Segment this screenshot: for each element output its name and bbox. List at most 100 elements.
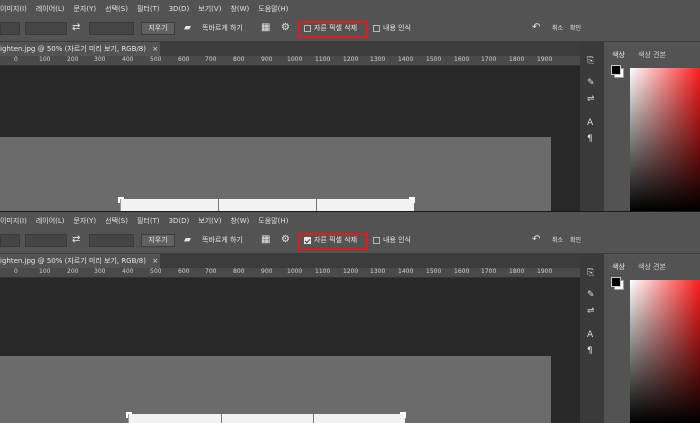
ruler-tick: 400: [122, 56, 134, 63]
undo-icon[interactable]: ↶: [532, 21, 540, 35]
tab-swatches[interactable]: 색상 견본: [634, 48, 670, 62]
gear-icon[interactable]: ⚙: [281, 233, 290, 247]
overlay-grid-icon[interactable]: ▦: [261, 233, 270, 247]
menu-window[interactable]: 창(W): [230, 4, 249, 14]
straighten-icon[interactable]: ▰: [184, 21, 191, 35]
foreground-color-swatch[interactable]: [611, 65, 621, 75]
straighten-icon[interactable]: ▰: [184, 233, 191, 247]
ruler-tick: 700: [205, 268, 217, 275]
clear-button[interactable]: 지우기: [141, 234, 175, 247]
ruler-tick: 1000: [287, 268, 303, 275]
delete-cropped-checkbox[interactable]: [304, 237, 311, 244]
document-tabs: ighten.jpg @ 50% (자르기 미리 보기, RGB/8) ×: [0, 42, 580, 56]
commit-label[interactable]: 확인: [570, 22, 581, 35]
crop-handle-top-right[interactable]: [400, 412, 406, 418]
history-icon[interactable]: ⎘: [587, 268, 594, 278]
ratio-dropdown[interactable]: [0, 22, 20, 35]
color-panel: 색상 색상 견본: [604, 254, 700, 423]
character-icon[interactable]: A: [587, 118, 593, 128]
ruler-tick: 1700: [481, 268, 497, 275]
menu-filter[interactable]: 필터(T): [137, 216, 160, 226]
tab-swatches[interactable]: 색상 견본: [634, 260, 670, 274]
paragraph-icon[interactable]: ¶: [587, 346, 593, 356]
ratio-dropdown[interactable]: [0, 234, 20, 247]
menu-layer[interactable]: 레이어(L): [36, 216, 65, 226]
menu-window[interactable]: 창(W): [230, 216, 249, 226]
menu-layer[interactable]: 레이어(L): [36, 4, 65, 14]
adjust-icon[interactable]: ⇌: [587, 306, 595, 316]
menu-select[interactable]: 선택(S): [105, 216, 128, 226]
ruler-tick: 200: [67, 268, 79, 275]
ruler-tick: 1600: [454, 56, 470, 63]
tab-color[interactable]: 색상: [608, 260, 629, 274]
swap-icon[interactable]: ⇄: [72, 21, 80, 35]
straighten-label[interactable]: 똑바르게 하기: [202, 22, 243, 35]
menu-help[interactable]: 도움말(H): [258, 4, 288, 14]
canvas-area[interactable]: [0, 66, 580, 211]
document-tab[interactable]: ighten.jpg @ 50% (자르기 미리 보기, RGB/8) ×: [0, 254, 160, 268]
brush-icon[interactable]: ✎: [587, 78, 595, 88]
close-icon[interactable]: ×: [152, 45, 158, 53]
ruler-tick: 1000: [287, 56, 303, 63]
ruler-tick: 800: [233, 56, 245, 63]
delete-cropped-checkbox[interactable]: [304, 25, 311, 32]
ruler-tick: 1300: [370, 268, 386, 275]
straighten-label[interactable]: 똑바르게 하기: [202, 234, 243, 247]
options-bar: ⇄ 지우기 ▰ 똑바르게 하기 ▦ ⚙ 자른 픽셀 삭제 내용 인식 ↶ 취소 …: [0, 17, 700, 42]
character-icon[interactable]: A: [587, 330, 593, 340]
clear-button[interactable]: 지우기: [141, 22, 175, 35]
crop-handle-top-right[interactable]: [409, 197, 415, 203]
image-area: [0, 356, 551, 423]
commit-label[interactable]: 확인: [570, 234, 581, 247]
color-picker-field[interactable]: [630, 280, 700, 423]
crop-preview[interactable]: [120, 199, 414, 211]
ruler-tick: 400: [122, 268, 134, 275]
width-input[interactable]: [25, 22, 67, 35]
foreground-color-swatch[interactable]: [611, 277, 621, 287]
ruler-tick: 1800: [509, 268, 525, 275]
ruler-tick: 1900: [537, 268, 553, 275]
content-aware-checkbox[interactable]: [373, 237, 380, 244]
menu-help[interactable]: 도움말(H): [258, 216, 288, 226]
height-input[interactable]: [89, 234, 134, 247]
content-aware-checkbox[interactable]: [373, 25, 380, 32]
menu-filter[interactable]: 필터(T): [137, 4, 160, 14]
width-input[interactable]: [25, 234, 67, 247]
ruler-tick: 1100: [315, 268, 331, 275]
menu-select[interactable]: 선택(S): [105, 4, 128, 14]
document-tab-title: ighten.jpg @ 50% (자르기 미리 보기, RGB/8): [0, 45, 146, 53]
screenshot-before: 이미지(I) 레이어(L) 문자(Y) 선택(S) 필터(T) 3D(D) 보기…: [0, 0, 700, 211]
screenshot-after: 이미지(I) 레이어(L) 문자(Y) 선택(S) 필터(T) 3D(D) 보기…: [0, 211, 700, 423]
menu-view[interactable]: 보기(V): [198, 216, 221, 226]
ruler-tick: 200: [67, 56, 79, 63]
menu-type[interactable]: 문자(Y): [74, 4, 97, 14]
menu-3d[interactable]: 3D(D): [169, 217, 190, 225]
tab-color[interactable]: 색상: [608, 48, 629, 62]
ruler-tick: 1500: [426, 268, 442, 275]
gear-icon[interactable]: ⚙: [281, 21, 290, 35]
history-icon[interactable]: ⎘: [587, 56, 594, 66]
ruler-tick: 1400: [398, 56, 414, 63]
ruler-tick: 1100: [315, 56, 331, 63]
options-bar: ⇄ 지우기 ▰ 똑바르게 하기 ▦ ⚙ 자른 픽셀 삭제 내용 인식 ↶ 취소 …: [0, 229, 700, 254]
menu-image[interactable]: 이미지(I): [0, 4, 27, 14]
undo-icon[interactable]: ↶: [532, 233, 540, 247]
canvas-area[interactable]: [0, 278, 580, 423]
cancel-label[interactable]: 취소: [552, 234, 563, 247]
menu-view[interactable]: 보기(V): [198, 4, 221, 14]
crop-handle-top-left[interactable]: [118, 197, 124, 203]
document-tab[interactable]: ighten.jpg @ 50% (자르기 미리 보기, RGB/8) ×: [0, 42, 160, 56]
close-icon[interactable]: ×: [152, 257, 158, 265]
menu-3d[interactable]: 3D(D): [169, 5, 190, 13]
color-picker-field[interactable]: [630, 68, 700, 211]
menu-image[interactable]: 이미지(I): [0, 216, 27, 226]
crop-handle-top-left[interactable]: [126, 412, 132, 418]
paragraph-icon[interactable]: ¶: [587, 134, 593, 144]
swap-icon[interactable]: ⇄: [72, 233, 80, 247]
overlay-grid-icon[interactable]: ▦: [261, 21, 270, 35]
menu-type[interactable]: 문자(Y): [74, 216, 97, 226]
brush-icon[interactable]: ✎: [587, 290, 595, 300]
adjust-icon[interactable]: ⇌: [587, 94, 595, 104]
height-input[interactable]: [89, 22, 134, 35]
cancel-label[interactable]: 취소: [552, 22, 563, 35]
